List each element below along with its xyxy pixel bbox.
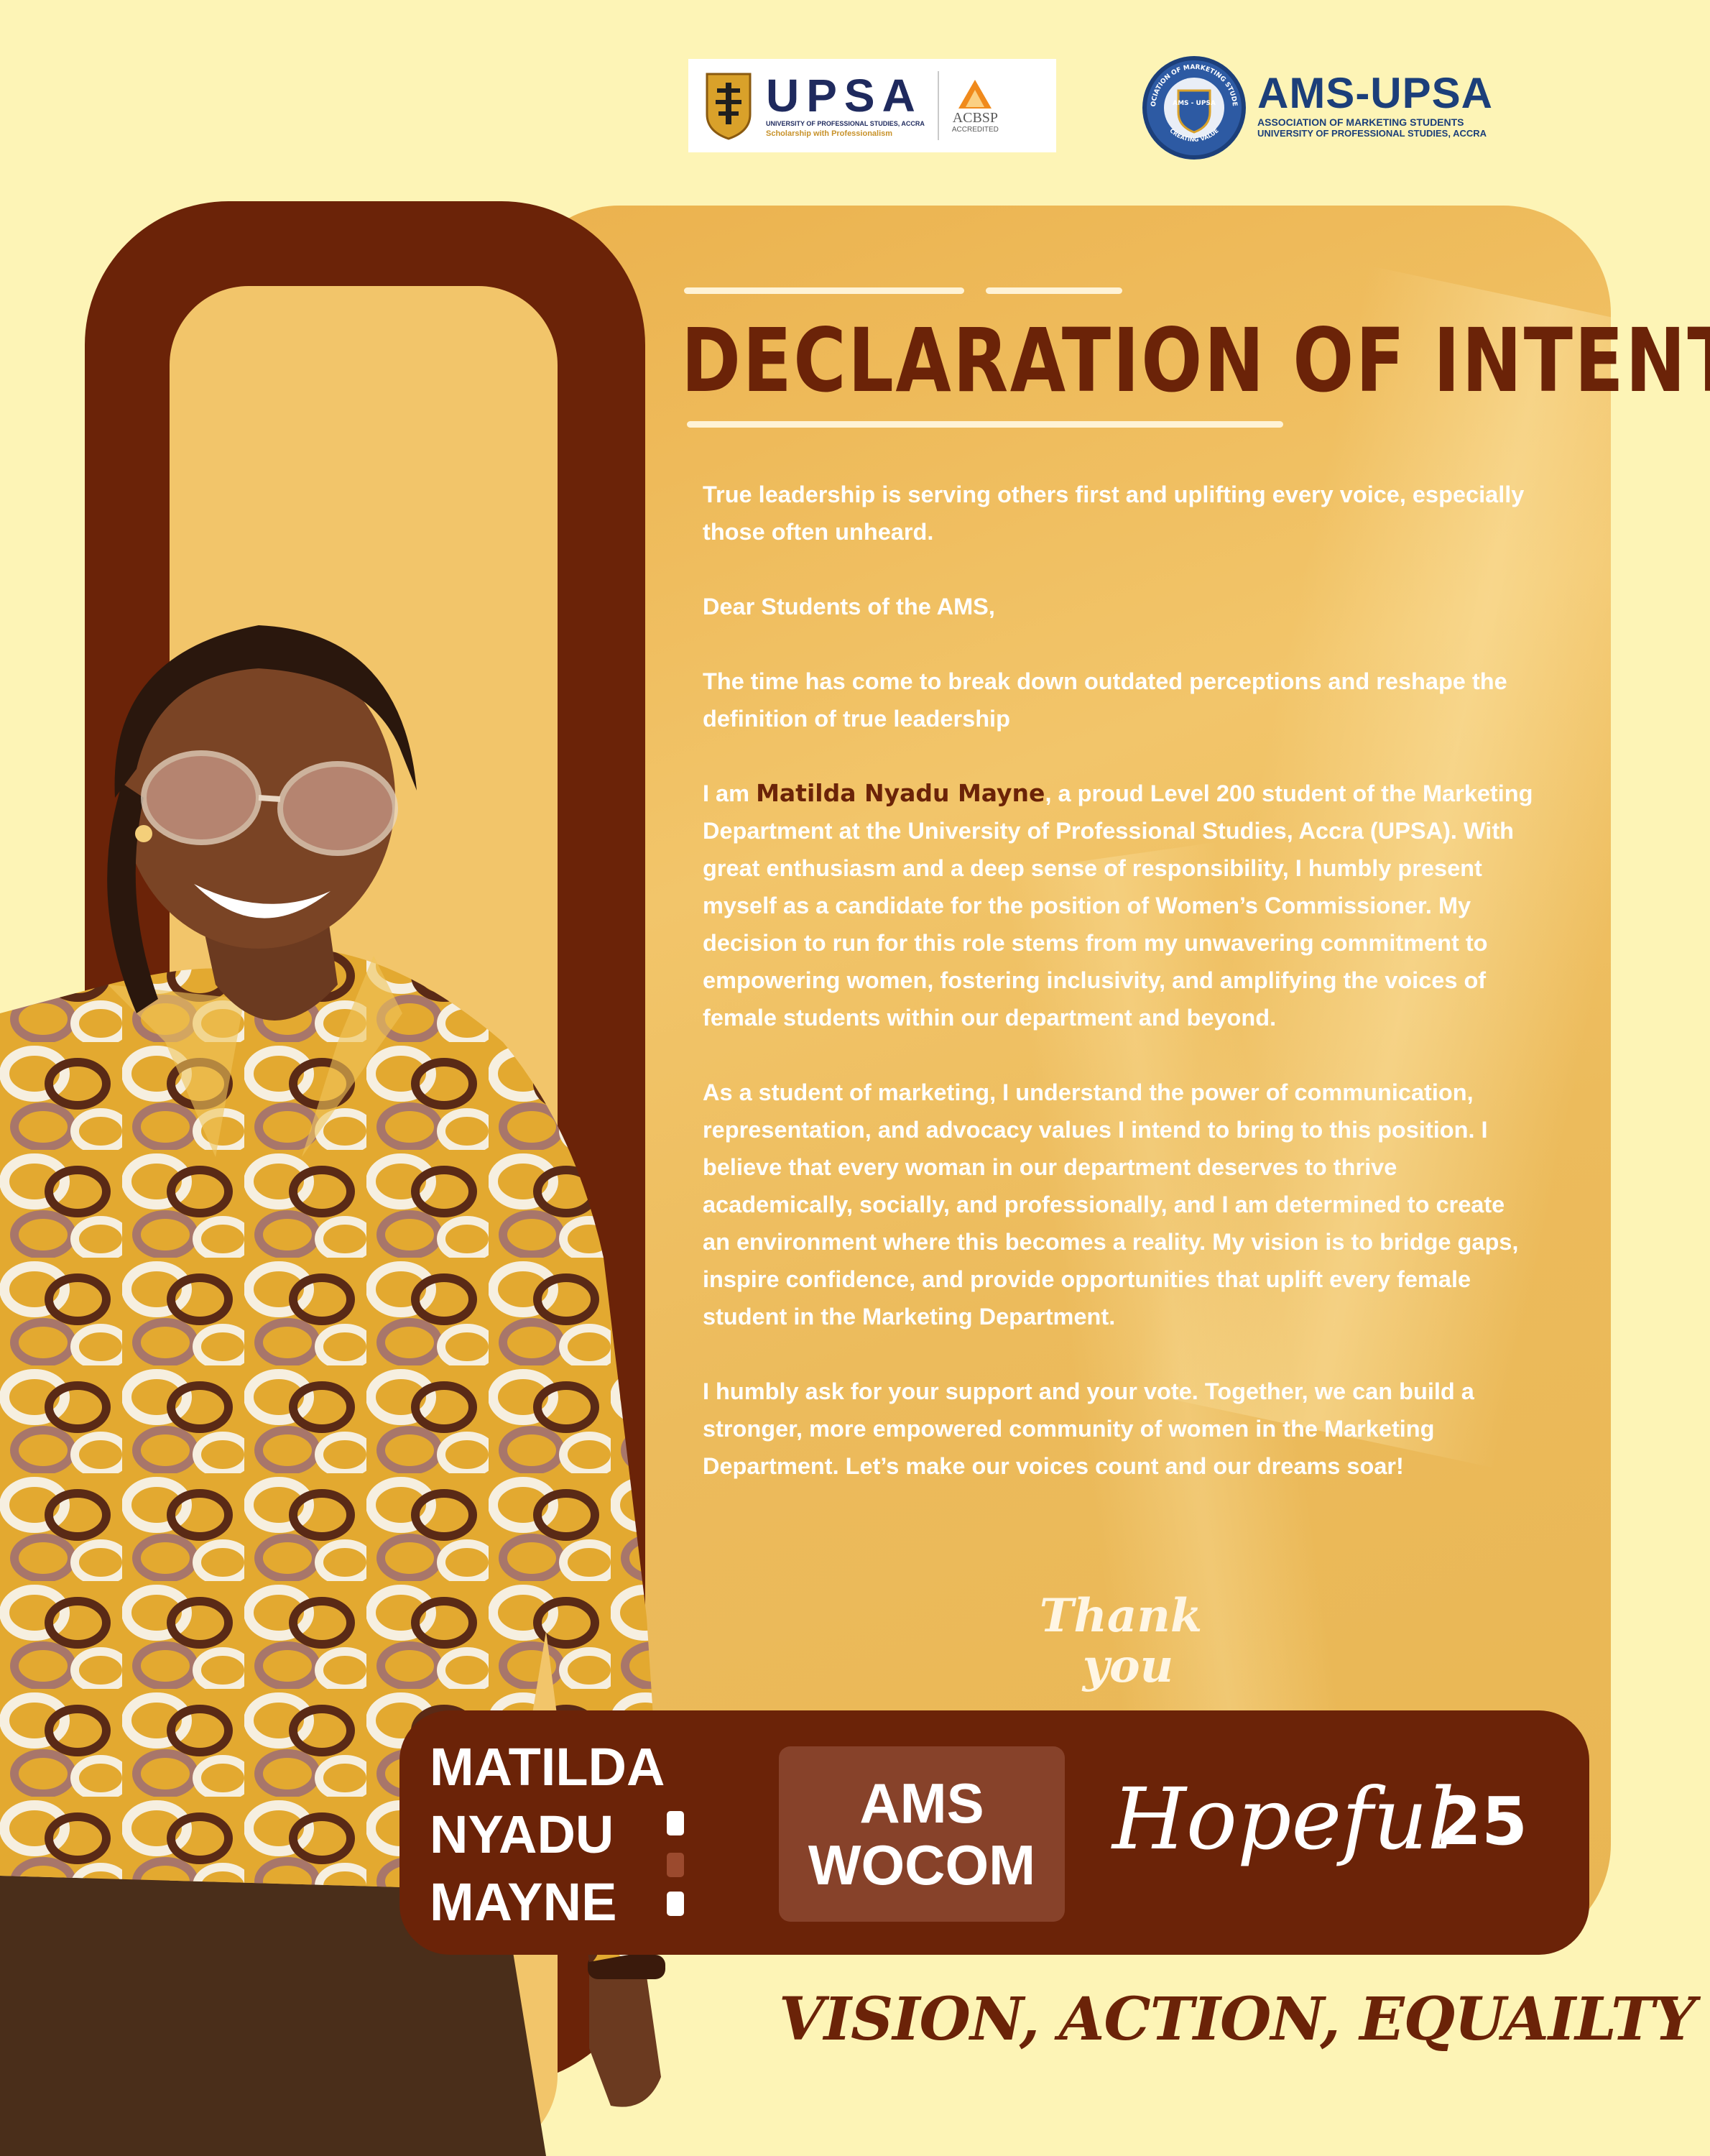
- logo-divider: [937, 71, 939, 140]
- upsa-motto: Scholarship with Professionalism: [766, 129, 893, 138]
- decorative-dot: [667, 1892, 684, 1916]
- decorative-line: [687, 421, 1283, 428]
- acbsp-accredited: ACCREDITED: [951, 125, 999, 134]
- ams-title: AMS-UPSA: [1257, 69, 1494, 117]
- letter-paragraph-3: I humbly ask for your support and your v…: [703, 1378, 1474, 1479]
- page-title: DECLARATION OF INTENT: [681, 310, 1710, 412]
- paragraph-1-rest: , a proud Level 200 student of the Marke…: [703, 780, 1533, 1031]
- decorative-dot: [667, 1853, 684, 1877]
- position-line-1: AMS: [859, 1772, 984, 1835]
- letter-body: True leadership is serving others first …: [703, 476, 1536, 1485]
- upsa-name: UPSA: [766, 69, 923, 121]
- ams-seal-icon: ASSOCIATION OF MARKETING STUDENTS AMS - …: [1141, 55, 1246, 160]
- paragraph-1-start: I am: [703, 780, 757, 806]
- ams-subtitle: ASSOCIATION OF MARKETING STUDENTS: [1257, 116, 1464, 128]
- acbsp-triangle-icon: [958, 79, 992, 109]
- position-box: AMS WOCOM: [779, 1746, 1065, 1922]
- decorative-line: [684, 287, 964, 294]
- acbsp-name: ACBSP: [952, 109, 999, 126]
- thank-you-script: Thank you: [1040, 1589, 1203, 1693]
- decorative-line: [986, 287, 1122, 294]
- letter-paragraph-2: As a student of marketing, I understand …: [703, 1079, 1519, 1330]
- upsa-crest-icon: [706, 73, 752, 140]
- ams-logo-text: AMS-UPSA ASSOCIATION OF MARKETING STUDEN…: [1257, 70, 1493, 139]
- hopeful-year: 25: [1436, 1783, 1528, 1860]
- candidate-name-highlight: Matilda Nyadu Mayne: [756, 779, 1045, 807]
- hopeful-label: Hopeful: [1112, 1769, 1455, 1869]
- decorative-dot: [667, 1811, 684, 1835]
- candidate-first-name: MATILDA: [430, 1737, 665, 1797]
- ams-seal-center: AMS - UPSA: [1173, 100, 1216, 107]
- letter-quote: True leadership is serving others first …: [703, 482, 1525, 545]
- upsa-full-name: UNIVERSITY OF PROFESSIONAL STUDIES, ACCR…: [766, 119, 925, 127]
- upsa-logo: UPSA UNIVERSITY OF PROFESSIONAL STUDIES,…: [688, 59, 1056, 152]
- letter-greeting: Dear Students of the AMS,: [703, 594, 995, 619]
- thank-you-line-2: you: [1081, 1639, 1173, 1693]
- thank-you-line-1: Thank: [1040, 1589, 1203, 1643]
- acbsp-logo: ACBSP ACCREDITED: [952, 78, 999, 134]
- campaign-slogan: VISION, ACTION, EQUAILTY: [779, 1985, 1696, 2054]
- letter-paragraph-1: I am Matilda Nyadu Mayne, a proud Level …: [703, 775, 1536, 1036]
- position-line-2: WOCOM: [808, 1833, 1036, 1897]
- letter-intro: The time has come to break down outdated…: [703, 668, 1507, 732]
- ams-university: UNIVERSITY OF PROFESSIONAL STUDIES, ACCR…: [1257, 128, 1487, 139]
